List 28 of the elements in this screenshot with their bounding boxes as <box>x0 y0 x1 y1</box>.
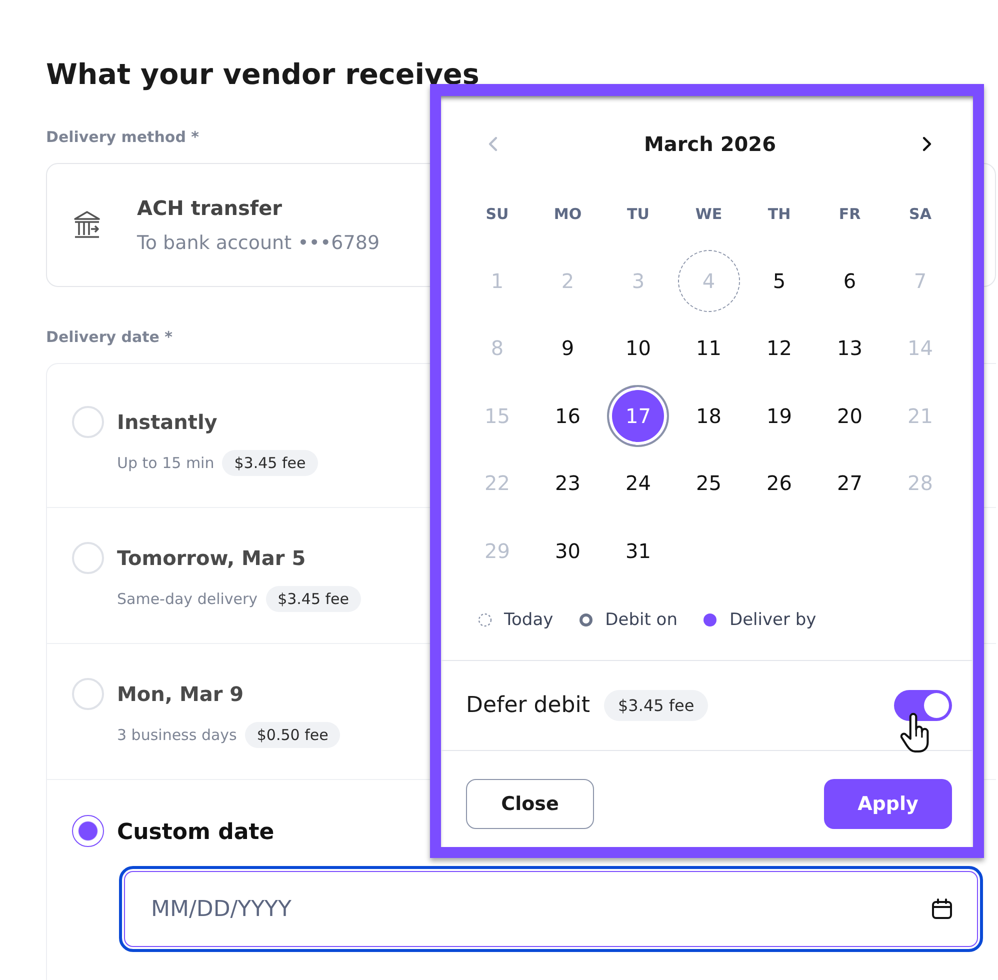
weekday-label: TH <box>768 205 791 223</box>
weekday-label: SU <box>486 205 509 223</box>
fee-badge: $0.50 fee <box>244 722 340 748</box>
fee-badge: $3.45 fee <box>222 450 318 476</box>
legend-label: Deliver by <box>729 610 816 630</box>
weekday-label: SA <box>909 205 932 223</box>
option-detail: Up to 15 min <box>117 454 214 472</box>
weekday-label: TU <box>627 205 650 223</box>
option-detail: 3 business days <box>117 726 237 744</box>
method-subtitle: To bank account •••6789 <box>137 231 380 256</box>
fee-badge: $3.45 fee <box>266 586 362 612</box>
field-label: Delivery date * <box>46 327 173 347</box>
month-title: March 2026 <box>644 132 776 156</box>
option-detail: Same-day delivery <box>117 590 258 608</box>
defer-debit-label: Defer debit <box>466 692 590 718</box>
weekday-label: WE <box>695 205 722 223</box>
legend-label: Today <box>504 610 554 630</box>
method-title: ACH transfer <box>137 195 282 222</box>
option-title: Custom date <box>117 820 274 844</box>
legend-label: Debit on <box>605 610 678 630</box>
weekday-label: MO <box>554 205 582 223</box>
section-heading: What your vendor receives <box>46 57 480 93</box>
option-title: Tomorrow, Mar 5 <box>117 545 306 572</box>
weekday-label: FR <box>838 205 861 223</box>
option-title: Mon, Mar 9 <box>117 681 244 708</box>
fee-badge: $3.45 fee <box>604 690 708 720</box>
field-label: Delivery method * <box>46 127 200 147</box>
option-title: Instantly <box>117 409 218 436</box>
